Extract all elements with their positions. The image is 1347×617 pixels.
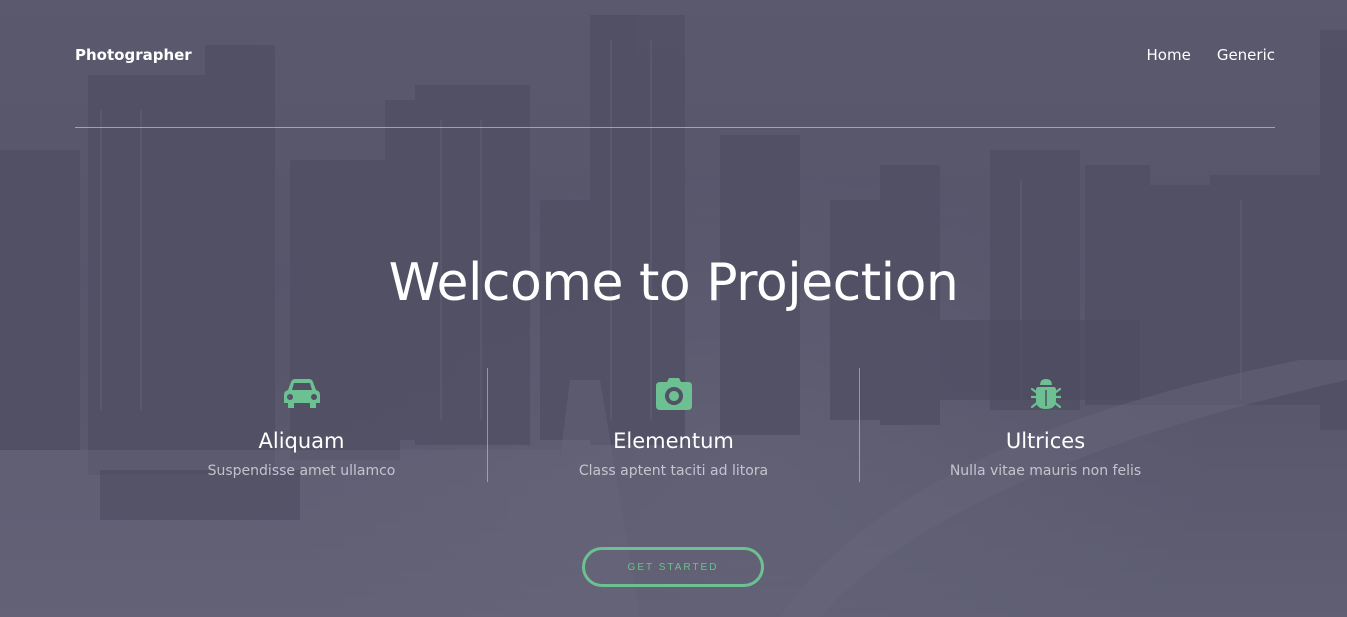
brand-logo-link[interactable]: Photographer bbox=[75, 46, 192, 64]
feature-text: Suspendisse amet ullamco bbox=[207, 463, 396, 479]
feature-title: Elementum bbox=[613, 429, 734, 453]
feature-item: Elementum Class aptent taciti ad litora bbox=[487, 368, 859, 482]
nav-item-generic[interactable]: Generic bbox=[1217, 46, 1275, 64]
feature-text: Nulla vitae mauris non felis bbox=[949, 463, 1142, 479]
hero-banner: Photographer Home Generic Welcome to Pro… bbox=[0, 0, 1347, 617]
get-started-button[interactable]: Get Started bbox=[582, 547, 764, 587]
feature-text: Class aptent taciti ad litora bbox=[578, 463, 769, 479]
feature-list: Aliquam Suspendisse amet ullamco Element… bbox=[116, 368, 1231, 482]
feature-title: Aliquam bbox=[258, 429, 345, 453]
car-icon bbox=[116, 376, 487, 412]
nav-item-home[interactable]: Home bbox=[1147, 46, 1191, 64]
bug-icon bbox=[860, 376, 1231, 412]
feature-title: Ultrices bbox=[1005, 429, 1086, 453]
feature-item: Aliquam Suspendisse amet ullamco bbox=[116, 368, 487, 482]
site-header: Photographer Home Generic bbox=[75, 0, 1275, 128]
feature-item: Ultrices Nulla vitae mauris non felis bbox=[859, 368, 1231, 482]
camera-icon bbox=[488, 376, 859, 412]
main-nav: Home Generic bbox=[1121, 46, 1275, 64]
hero-title: Welcome to Projection bbox=[388, 253, 959, 313]
